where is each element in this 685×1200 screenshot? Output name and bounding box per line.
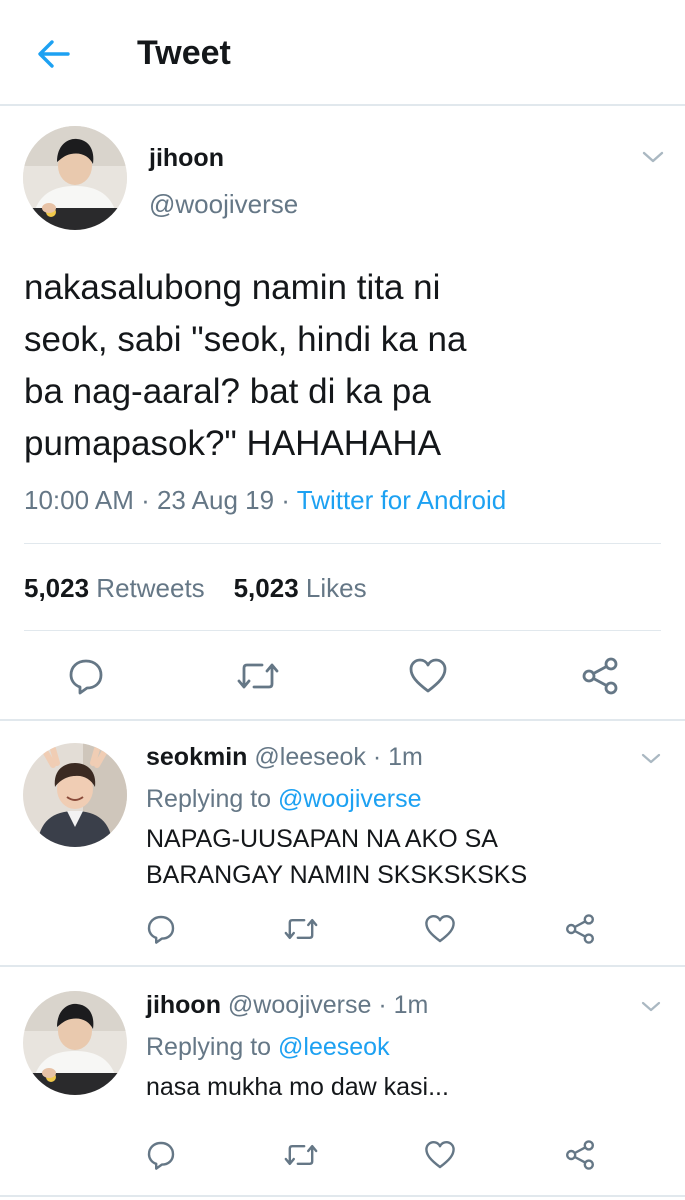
reply-header: seokmin @leeseok · 1m bbox=[146, 741, 423, 773]
likes-stat[interactable]: 5,023 Likes bbox=[234, 573, 367, 603]
retweet-icon bbox=[237, 663, 279, 689]
replying-to-label: Replying to bbox=[146, 1033, 279, 1061]
reply-icon bbox=[69, 659, 103, 695]
likes-label: Likes bbox=[298, 573, 367, 603]
retweet-button[interactable] bbox=[283, 913, 319, 945]
reply-author-name[interactable]: seokmin bbox=[146, 743, 247, 771]
reply-icon bbox=[147, 1141, 175, 1170]
like-button[interactable] bbox=[408, 656, 448, 696]
avatar-photo bbox=[23, 743, 127, 847]
replying-to: Replying to @leeseok bbox=[146, 1031, 390, 1063]
top-app-bar: Tweet bbox=[0, 0, 685, 106]
tweet-stats: 5,023 Retweets 5,023 Likes bbox=[24, 572, 367, 604]
reply-avatar[interactable] bbox=[23, 743, 127, 847]
divider bbox=[24, 630, 661, 631]
tweet-source-link[interactable]: Twitter for Android bbox=[297, 485, 507, 515]
tweet-menu-button[interactable] bbox=[640, 147, 666, 167]
like-button[interactable] bbox=[424, 1139, 456, 1171]
reply-header: jihoon @woojiverse · 1m bbox=[146, 989, 428, 1021]
retweet-icon bbox=[284, 919, 318, 939]
divider bbox=[0, 719, 685, 721]
reply-text: NAPAG-UUSAPAN NA AKO SA BARANGAY NAMIN S… bbox=[146, 825, 528, 889]
share-button[interactable] bbox=[580, 656, 620, 696]
retweet-button[interactable] bbox=[236, 656, 280, 696]
replying-to-handle[interactable]: @leeseok bbox=[278, 1033, 390, 1061]
divider bbox=[0, 1195, 685, 1197]
page-title: Tweet bbox=[137, 34, 231, 72]
retweet-button[interactable] bbox=[283, 1139, 319, 1171]
reply-menu-button[interactable] bbox=[640, 750, 662, 768]
tweet-time: 10:00 AM · 23 Aug 19 · bbox=[24, 485, 297, 515]
share-icon bbox=[566, 1140, 594, 1170]
heart-icon bbox=[409, 658, 447, 693]
retweets-count: 5,023 bbox=[24, 573, 90, 603]
reply-button[interactable] bbox=[145, 913, 177, 945]
author-handle[interactable]: @woojiverse bbox=[149, 188, 298, 220]
chevron-down-icon bbox=[641, 1001, 661, 1012]
avatar[interactable] bbox=[23, 126, 127, 230]
reply-author-name[interactable]: jihoon bbox=[146, 991, 221, 1019]
reply-handle-time: @leeseok · 1m bbox=[247, 743, 423, 771]
avatar-photo bbox=[23, 126, 127, 230]
divider bbox=[24, 543, 661, 544]
retweets-label: Retweets bbox=[89, 573, 205, 603]
share-icon bbox=[566, 914, 594, 944]
heart-icon bbox=[425, 915, 455, 943]
reply-text: nasa mukha mo daw kasi... bbox=[146, 1073, 449, 1101]
avatar-photo bbox=[23, 991, 127, 1095]
reply-button[interactable] bbox=[145, 1139, 177, 1171]
replying-to-label: Replying to bbox=[146, 785, 279, 813]
divider bbox=[0, 965, 685, 967]
author-name[interactable]: jihoon bbox=[149, 143, 224, 173]
tweet-text: nakasalubong namin tita ni seok, sabi "s… bbox=[24, 268, 467, 463]
share-button[interactable] bbox=[564, 1139, 596, 1171]
likes-count: 5,023 bbox=[233, 573, 299, 603]
reply-icon bbox=[147, 915, 175, 944]
heart-icon bbox=[425, 1141, 455, 1169]
back-button[interactable] bbox=[34, 36, 74, 72]
chevron-down-icon bbox=[642, 151, 664, 163]
arrow-left-icon bbox=[38, 40, 70, 68]
retweet-icon bbox=[284, 1145, 318, 1165]
like-button[interactable] bbox=[424, 913, 456, 945]
tweet-timestamp: 10:00 AM · 23 Aug 19 · Twitter for Andro… bbox=[24, 484, 506, 516]
reply-avatar[interactable] bbox=[23, 991, 127, 1095]
replying-to: Replying to @woojiverse bbox=[146, 783, 422, 815]
reply-button[interactable] bbox=[66, 656, 106, 696]
chevron-down-icon bbox=[641, 753, 661, 764]
replying-to-handle[interactable]: @woojiverse bbox=[278, 785, 421, 813]
share-icon bbox=[582, 657, 618, 695]
reply-menu-button[interactable] bbox=[640, 998, 662, 1016]
reply-handle-time: @woojiverse · 1m bbox=[220, 991, 429, 1019]
retweets-stat[interactable]: 5,023 Retweets bbox=[24, 573, 205, 603]
share-button[interactable] bbox=[564, 913, 596, 945]
